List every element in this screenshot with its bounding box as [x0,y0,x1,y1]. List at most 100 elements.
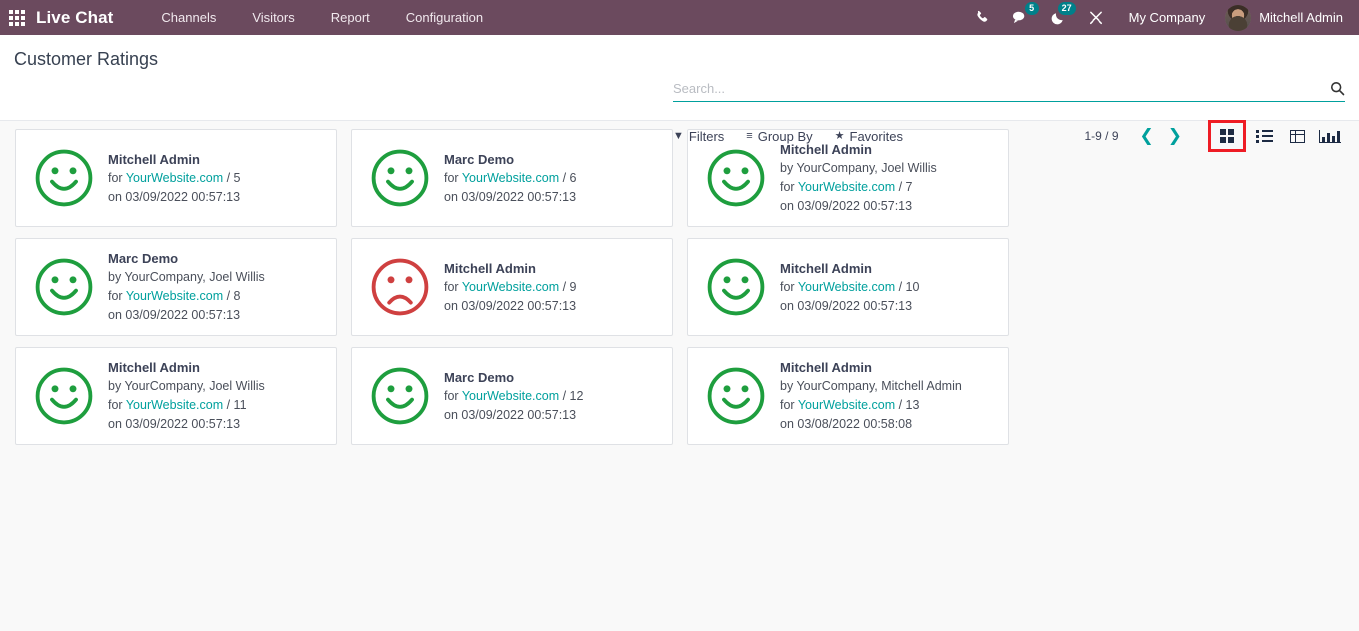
rating-author-line: by YourCompany, Mitchell Admin [780,379,962,393]
rating-happy-face-icon [362,366,438,426]
rating-partner-name: Mitchell Admin [108,151,200,167]
rating-resource-prefix: for [780,279,795,294]
rating-resource-link[interactable]: YourWebsite.com [126,171,223,185]
pager-value[interactable]: 1-9 / 9 [1084,129,1118,143]
kanban-card-body: Marc Demo for YourWebsite.com / 12 on 03/0… [438,368,662,425]
group-by-label: Group By [757,128,813,144]
kanban-card-body: Mitchell Admin for YourWebsite.com / 10 on… [774,259,998,316]
top-navbar: Live Chat Channels Visitors Report Confi… [0,0,1359,35]
menu-item-visitors[interactable]: Visitors [234,0,312,35]
rating-date-line: on 03/09/2022 00:57:13 [108,308,241,322]
kanban-card-body: Marc Demo by YourCompany, Joel Willis for … [102,249,326,325]
rating-resource-link[interactable]: YourWebsite.com [462,280,559,294]
rating-happy-face-icon [26,366,102,426]
search-icon[interactable] [1330,81,1345,96]
page-title: Customer Ratings [14,49,159,69]
kanban-card[interactable]: Mitchell Admin for YourWebsite.com / 9 on … [351,238,673,336]
filter-funnel-icon: ▼ [673,129,684,142]
rating-resource-link[interactable]: YourWebsite.com [798,280,895,294]
kanban-card[interactable]: Marc Demo for YourWebsite.com / 12 on 03/0… [351,347,673,445]
rating-resource-line: for YourWebsite.com / 12 [444,387,662,406]
menu-item-configuration[interactable]: Configuration [388,0,501,35]
rating-date-line: on 03/09/2022 00:57:13 [108,417,241,431]
rating-resource-line: for YourWebsite.com / 13 [780,396,998,415]
user-name: Mitchell Admin [1259,10,1343,25]
rating-resource-link[interactable]: YourWebsite.com [126,398,223,412]
rating-resource-link[interactable]: YourWebsite.com [798,180,895,194]
kanban-card-body: Mitchell Admin by YourCompany, Joel Willi… [102,358,326,434]
view-switcher [1205,120,1345,152]
graph-view-icon [1319,129,1341,143]
navbar-menu: Channels Visitors Report Configuration [143,0,501,35]
app-brand-livechat[interactable]: Live Chat [34,8,119,28]
rating-resource-line: for YourWebsite.com / 6 [444,169,662,188]
rating-happy-face-icon [26,257,102,317]
search-input[interactable] [673,79,1330,98]
list-view-icon [1255,129,1273,143]
rating-date-line: on 03/09/2022 00:57:13 [780,298,913,313]
messages-icon[interactable]: 5 [1001,0,1040,35]
kanban-card-body: Mitchell Admin by YourCompany, Mitchell A… [774,358,998,434]
rating-partner-name: Mitchell Admin [108,360,200,375]
favorites-dropdown[interactable]: ★ Favorites [835,129,903,144]
rating-date-line: on 03/09/2022 00:57:13 [780,199,913,213]
activities-icon[interactable]: 27 [1040,0,1077,35]
rating-happy-face-icon [698,148,774,208]
rating-resource-link[interactable]: YourWebsite.com [462,389,559,403]
user-menu[interactable]: Mitchell Admin [1219,4,1347,31]
kanban-card-body: Mitchell Admin for YourWebsite.com / 5 on … [102,150,326,207]
view-button-graph[interactable] [1315,123,1345,149]
search-view [673,79,1345,102]
rating-partner-name: Marc Demo [444,151,515,167]
rating-resource-line: for YourWebsite.com / 9 [444,278,662,297]
view-button-pivot[interactable] [1282,123,1312,149]
rating-resource-link[interactable]: YourWebsite.com [462,171,559,185]
rating-happy-face-icon [362,148,438,208]
kanban-view-icon [1220,129,1234,143]
group-by-dropdown[interactable]: ≡ Group By [746,129,812,144]
view-button-kanban[interactable] [1208,120,1246,152]
rating-resource-prefix: for [780,180,795,194]
search-options-row: ▼ Filters ≡ Group By ★ Favorites 1-9 / 9… [673,120,1345,152]
kanban-card[interactable]: Marc Demo for YourWebsite.com / 6 on 03/09… [351,129,673,227]
rating-resource-link[interactable]: YourWebsite.com [126,289,223,303]
rating-resource-id: / 10 [898,279,920,294]
rating-resource-id: / 5 [226,170,241,185]
rating-sad-face-icon [362,257,438,317]
pager-previous-icon[interactable]: ❮ [1133,127,1161,145]
rating-resource-prefix: for [108,170,123,185]
rating-resource-prefix: for [444,170,459,185]
rating-author-line: by YourCompany, Joel Willis [108,379,265,393]
rating-date-line: on 03/09/2022 00:57:13 [108,189,241,204]
kanban-card[interactable]: Mitchell Admin for YourWebsite.com / 10 on… [687,238,1009,336]
rating-resource-id: / 11 [226,398,247,412]
view-button-list[interactable] [1249,123,1279,149]
rating-author-line: by YourCompany, Joel Willis [780,161,937,175]
rating-date-line: on 03/08/2022 00:58:08 [780,417,913,431]
rating-resource-line: for YourWebsite.com / 5 [108,169,326,188]
rating-resource-id: / 8 [226,289,241,303]
rating-resource-prefix: for [444,388,459,403]
filters-label: Filters [688,128,725,144]
pivot-view-icon [1289,129,1305,143]
kanban-card[interactable]: Mitchell Admin by YourCompany, Mitchell A… [687,347,1009,445]
rating-partner-name: Mitchell Admin [780,360,872,375]
kanban-card[interactable]: Mitchell Admin by YourCompany, Joel Willi… [15,347,337,445]
pager-next-icon[interactable]: ❯ [1161,127,1189,145]
rating-resource-line: for YourWebsite.com / 8 [108,287,326,306]
phone-icon[interactable] [964,0,1001,35]
rating-happy-face-icon [698,257,774,317]
rating-resource-id: / 7 [898,180,913,194]
rating-partner-name: Mitchell Admin [444,260,536,276]
rating-resource-link[interactable]: YourWebsite.com [798,398,895,412]
apps-grid-icon[interactable] [0,0,34,35]
kanban-card[interactable]: Mitchell Admin for YourWebsite.com / 5 on … [15,129,337,227]
company-switcher[interactable]: My Company [1115,10,1220,25]
menu-item-channels[interactable]: Channels [143,0,234,35]
rating-resource-line: for YourWebsite.com / 7 [780,178,998,197]
rating-date-line: on 03/09/2022 00:57:13 [444,407,577,422]
kanban-card[interactable]: Marc Demo by YourCompany, Joel Willis for … [15,238,337,336]
menu-item-report[interactable]: Report [313,0,388,35]
filters-dropdown[interactable]: ▼ Filters [673,129,724,144]
debug-tools-icon[interactable] [1077,0,1115,35]
